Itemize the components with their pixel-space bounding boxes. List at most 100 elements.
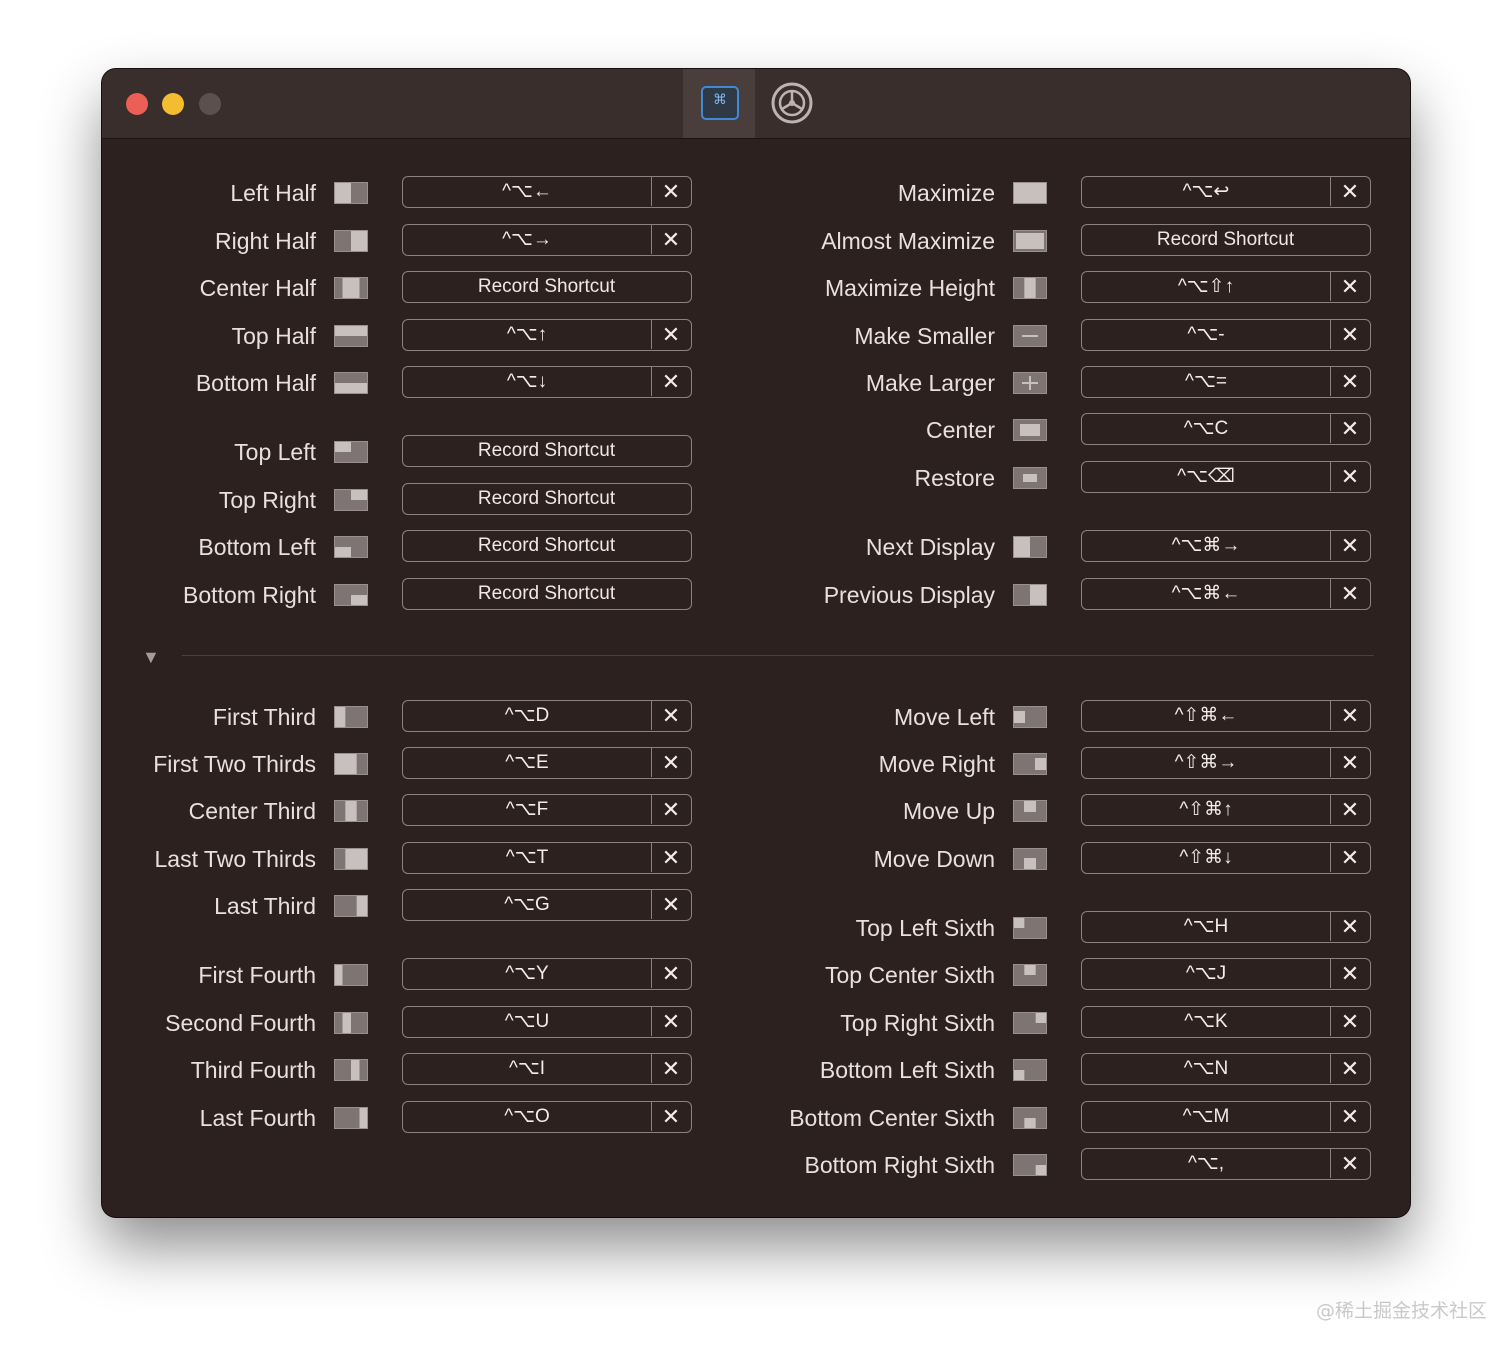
shortcut-value[interactable]: ^⌥, (1082, 1149, 1331, 1178)
clear-shortcut-icon[interactable]: ✕ (1330, 748, 1370, 777)
shortcut-label: Move Down (873, 846, 995, 872)
shortcut-recorder[interactable]: ^⌥⇧↑ ✕ (1081, 271, 1371, 303)
clear-shortcut-icon[interactable]: ✕ (1330, 414, 1370, 443)
clear-shortcut-icon[interactable]: ✕ (1330, 912, 1370, 941)
shortcut-recorder[interactable]: ^⌥M ✕ (1081, 1101, 1371, 1133)
shortcut-row: Almost Maximize Record Shortcut (102, 224, 1410, 258)
clear-shortcut-icon[interactable]: ✕ (1330, 579, 1370, 608)
shortcut-row: Center ^⌥C ✕ (102, 413, 1410, 447)
shortcut-value[interactable]: ^⇧⌘↑ (1082, 795, 1331, 824)
shortcut-value[interactable]: ^⌥↩ (1082, 177, 1331, 206)
disclosure-triangle[interactable]: ▼ (142, 647, 160, 668)
clear-shortcut-icon[interactable]: ✕ (1330, 843, 1370, 872)
shortcut-recorder[interactable]: ^⌥N ✕ (1081, 1053, 1371, 1085)
clear-shortcut-icon[interactable]: ✕ (1330, 1149, 1370, 1178)
shortcut-recorder[interactable]: Record Shortcut (1081, 224, 1371, 256)
next-display-icon (1013, 536, 1047, 558)
shortcut-value[interactable]: ^⌥= (1082, 367, 1331, 396)
clear-shortcut-icon[interactable]: ✕ (1330, 367, 1370, 396)
shortcut-label: Restore (914, 465, 995, 491)
shortcut-recorder[interactable]: ^⌥⌫ ✕ (1081, 461, 1371, 493)
center-icon (1013, 419, 1047, 441)
shortcut-value[interactable]: ^⌥K (1082, 1007, 1331, 1036)
shortcut-recorder[interactable]: ^⌥H ✕ (1081, 911, 1371, 943)
almost-maximize-icon (1013, 230, 1047, 252)
shortcut-row: Next Display ^⌥⌘→ ✕ (102, 530, 1410, 564)
shortcut-recorder[interactable]: ^⇧⌘↑ ✕ (1081, 794, 1371, 826)
shortcut-recorder[interactable]: ^⌥C ✕ (1081, 413, 1371, 445)
shortcut-label: Center (925, 417, 995, 443)
shortcut-label: Move Up (902, 798, 995, 824)
shortcut-row: Make Larger ^⌥= ✕ (102, 366, 1410, 400)
shortcut-value[interactable]: ^⌥H (1082, 912, 1331, 941)
bottom-left-sixth-icon (1013, 1059, 1047, 1081)
close-window-button[interactable] (126, 93, 148, 115)
shortcut-row: Top Center Sixth ^⌥J ✕ (102, 958, 1410, 992)
zoom-window-button[interactable] (199, 93, 221, 115)
shortcut-label: Next Display (865, 534, 995, 560)
shortcut-label: Previous Display (823, 582, 995, 608)
make-smaller-icon (1013, 325, 1047, 347)
shortcut-recorder[interactable]: ^⌥⌘→ ✕ (1081, 530, 1371, 562)
record-shortcut-button[interactable]: Record Shortcut (1082, 225, 1369, 254)
shortcut-value[interactable]: ^⌥⌘← (1082, 579, 1331, 608)
move-left-icon (1013, 706, 1047, 728)
clear-shortcut-icon[interactable]: ✕ (1330, 1102, 1370, 1131)
shortcut-value[interactable]: ^⌥N (1082, 1054, 1331, 1083)
minimize-window-button[interactable] (162, 93, 184, 115)
shortcut-recorder[interactable]: ^⌥K ✕ (1081, 1006, 1371, 1038)
shortcut-value[interactable]: ^⇧⌘→ (1082, 748, 1331, 777)
shortcut-value[interactable]: ^⇧⌘← (1082, 701, 1331, 730)
move-up-icon (1013, 800, 1047, 822)
clear-shortcut-icon[interactable]: ✕ (1330, 177, 1370, 206)
clear-shortcut-icon[interactable]: ✕ (1330, 1007, 1370, 1036)
shortcut-row: Bottom Center Sixth ^⌥M ✕ (102, 1101, 1410, 1135)
shortcut-recorder[interactable]: ^⇧⌘→ ✕ (1081, 747, 1371, 779)
shortcut-value[interactable]: ^⌥⌘→ (1082, 531, 1331, 560)
shortcut-recorder[interactable]: ^⇧⌘← ✕ (1081, 700, 1371, 732)
shortcut-row: Top Right Sixth ^⌥K ✕ (102, 1006, 1410, 1040)
shortcut-value[interactable]: ^⇧⌘↓ (1082, 843, 1331, 872)
shortcut-value[interactable]: ^⌥- (1082, 320, 1331, 349)
clear-shortcut-icon[interactable]: ✕ (1330, 1054, 1370, 1083)
shortcut-label: Maximize (897, 180, 995, 206)
shortcut-recorder[interactable]: ^⌥- ✕ (1081, 319, 1371, 351)
clear-shortcut-icon[interactable]: ✕ (1330, 959, 1370, 988)
shortcut-label: Bottom Right Sixth (804, 1152, 995, 1178)
watermark: @稀土掘金技术社区 (1316, 1300, 1488, 1322)
shortcut-value[interactable]: ^⌥J (1082, 959, 1331, 988)
shortcut-row: Previous Display ^⌥⌘← ✕ (102, 578, 1410, 612)
command-key-icon[interactable]: ⌘ (701, 86, 739, 120)
shortcut-recorder[interactable]: ^⌥⌘← ✕ (1081, 578, 1371, 610)
shortcut-recorder[interactable]: ^⌥J ✕ (1081, 958, 1371, 990)
clear-shortcut-icon[interactable]: ✕ (1330, 701, 1370, 730)
shortcut-recorder[interactable]: ^⌥= ✕ (1081, 366, 1371, 398)
shortcut-label: Almost Maximize (821, 228, 995, 254)
shortcut-value[interactable]: ^⌥⌫ (1082, 462, 1331, 491)
shortcut-recorder[interactable]: ^⌥, ✕ (1081, 1148, 1371, 1180)
shortcut-row: Bottom Right Sixth ^⌥, ✕ (102, 1148, 1410, 1182)
shortcut-label: Bottom Left Sixth (819, 1057, 995, 1083)
shortcut-row: Make Smaller ^⌥- ✕ (102, 319, 1410, 353)
shortcut-value[interactable]: ^⌥M (1082, 1102, 1331, 1131)
clear-shortcut-icon[interactable]: ✕ (1330, 795, 1370, 824)
shortcut-row: Top Left Sixth ^⌥H ✕ (102, 911, 1410, 945)
shortcut-value[interactable]: ^⌥⇧↑ (1082, 272, 1331, 301)
move-down-icon (1013, 848, 1047, 870)
top-left-sixth-icon (1013, 917, 1047, 939)
clear-shortcut-icon[interactable]: ✕ (1330, 272, 1370, 301)
section-divider (182, 655, 1374, 656)
shortcut-row: Bottom Left Sixth ^⌥N ✕ (102, 1053, 1410, 1087)
settings-window: ⌘ Left Half ^⌥← ✕ Right Half ^⌥→ ✕ Center Half… (102, 69, 1410, 1217)
top-center-sixth-icon (1013, 964, 1047, 986)
gear-icon[interactable] (770, 81, 814, 125)
shortcut-value[interactable]: ^⌥C (1082, 414, 1331, 443)
clear-shortcut-icon[interactable]: ✕ (1330, 462, 1370, 491)
move-right-icon (1013, 753, 1047, 775)
clear-shortcut-icon[interactable]: ✕ (1330, 320, 1370, 349)
shortcut-recorder[interactable]: ^⇧⌘↓ ✕ (1081, 842, 1371, 874)
shortcut-recorder[interactable]: ^⌥↩ ✕ (1081, 176, 1371, 208)
clear-shortcut-icon[interactable]: ✕ (1330, 531, 1370, 560)
shortcut-label: Top Right Sixth (840, 1010, 995, 1036)
title-bar: ⌘ (102, 69, 1410, 139)
